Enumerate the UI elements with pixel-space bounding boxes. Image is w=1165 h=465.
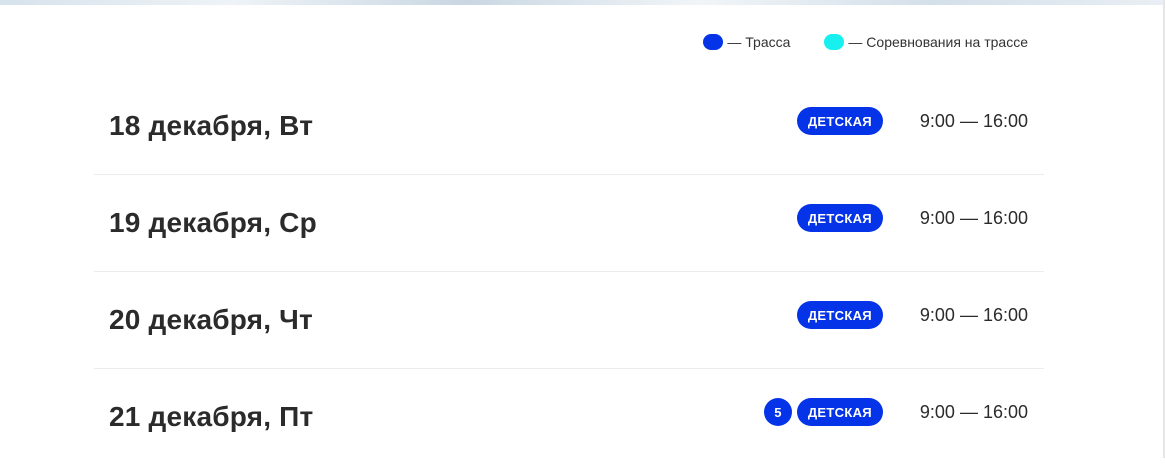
schedule-row: 20 декабря, Чт ДЕТСКАЯ 9:00 — 16:00: [94, 272, 1044, 369]
legend-label-track: — Трасса: [727, 34, 791, 50]
track-color-dot-icon: [703, 34, 724, 50]
event-count-badge[interactable]: 5: [763, 398, 792, 427]
header-background-strip: [0, 0, 1165, 5]
track-badge[interactable]: ДЕТСКАЯ: [796, 398, 883, 427]
schedule-row-details: 5 ДЕТСКАЯ 9:00 — 16:00: [763, 398, 1028, 427]
competition-color-dot-icon: [824, 34, 845, 50]
schedule-date: 21 декабря, Пт: [109, 401, 314, 432]
track-badge[interactable]: ДЕТСКАЯ: [796, 107, 883, 136]
legend: — Трасса — Соревнования на трассе: [703, 34, 1028, 50]
track-badge[interactable]: ДЕТСКАЯ: [796, 204, 883, 233]
schedule-time: 9:00 — 16:00: [919, 304, 1028, 325]
schedule-date: 20 декабря, Чт: [109, 304, 313, 335]
schedule-list: 18 декабря, Вт ДЕТСКАЯ 9:00 — 16:00 19 д…: [94, 78, 1044, 465]
schedule-time: 9:00 — 16:00: [919, 401, 1028, 422]
schedule-row: 21 декабря, Пт 5 ДЕТСКАЯ 9:00 — 16:00: [94, 369, 1044, 465]
legend-label-competition: — Соревнования на трассе: [848, 34, 1028, 50]
schedule-time: 9:00 — 16:00: [919, 110, 1028, 131]
schedule-date: 19 декабря, Ср: [109, 207, 317, 238]
schedule-time: 9:00 — 16:00: [919, 207, 1028, 228]
schedule-date: 18 декабря, Вт: [109, 110, 314, 141]
legend-item-track: — Трасса: [703, 34, 790, 50]
schedule-row-details: ДЕТСКАЯ 9:00 — 16:00: [796, 107, 1028, 136]
schedule-row-details: ДЕТСКАЯ 9:00 — 16:00: [796, 204, 1028, 233]
track-badge[interactable]: ДЕТСКАЯ: [796, 301, 883, 330]
legend-item-competition: — Соревнования на трассе: [824, 34, 1028, 50]
schedule-row: 18 декабря, Вт ДЕТСКАЯ 9:00 — 16:00: [94, 78, 1044, 175]
schedule-row-details: ДЕТСКАЯ 9:00 — 16:00: [796, 301, 1028, 330]
schedule-row: 19 декабря, Ср ДЕТСКАЯ 9:00 — 16:00: [94, 175, 1044, 272]
